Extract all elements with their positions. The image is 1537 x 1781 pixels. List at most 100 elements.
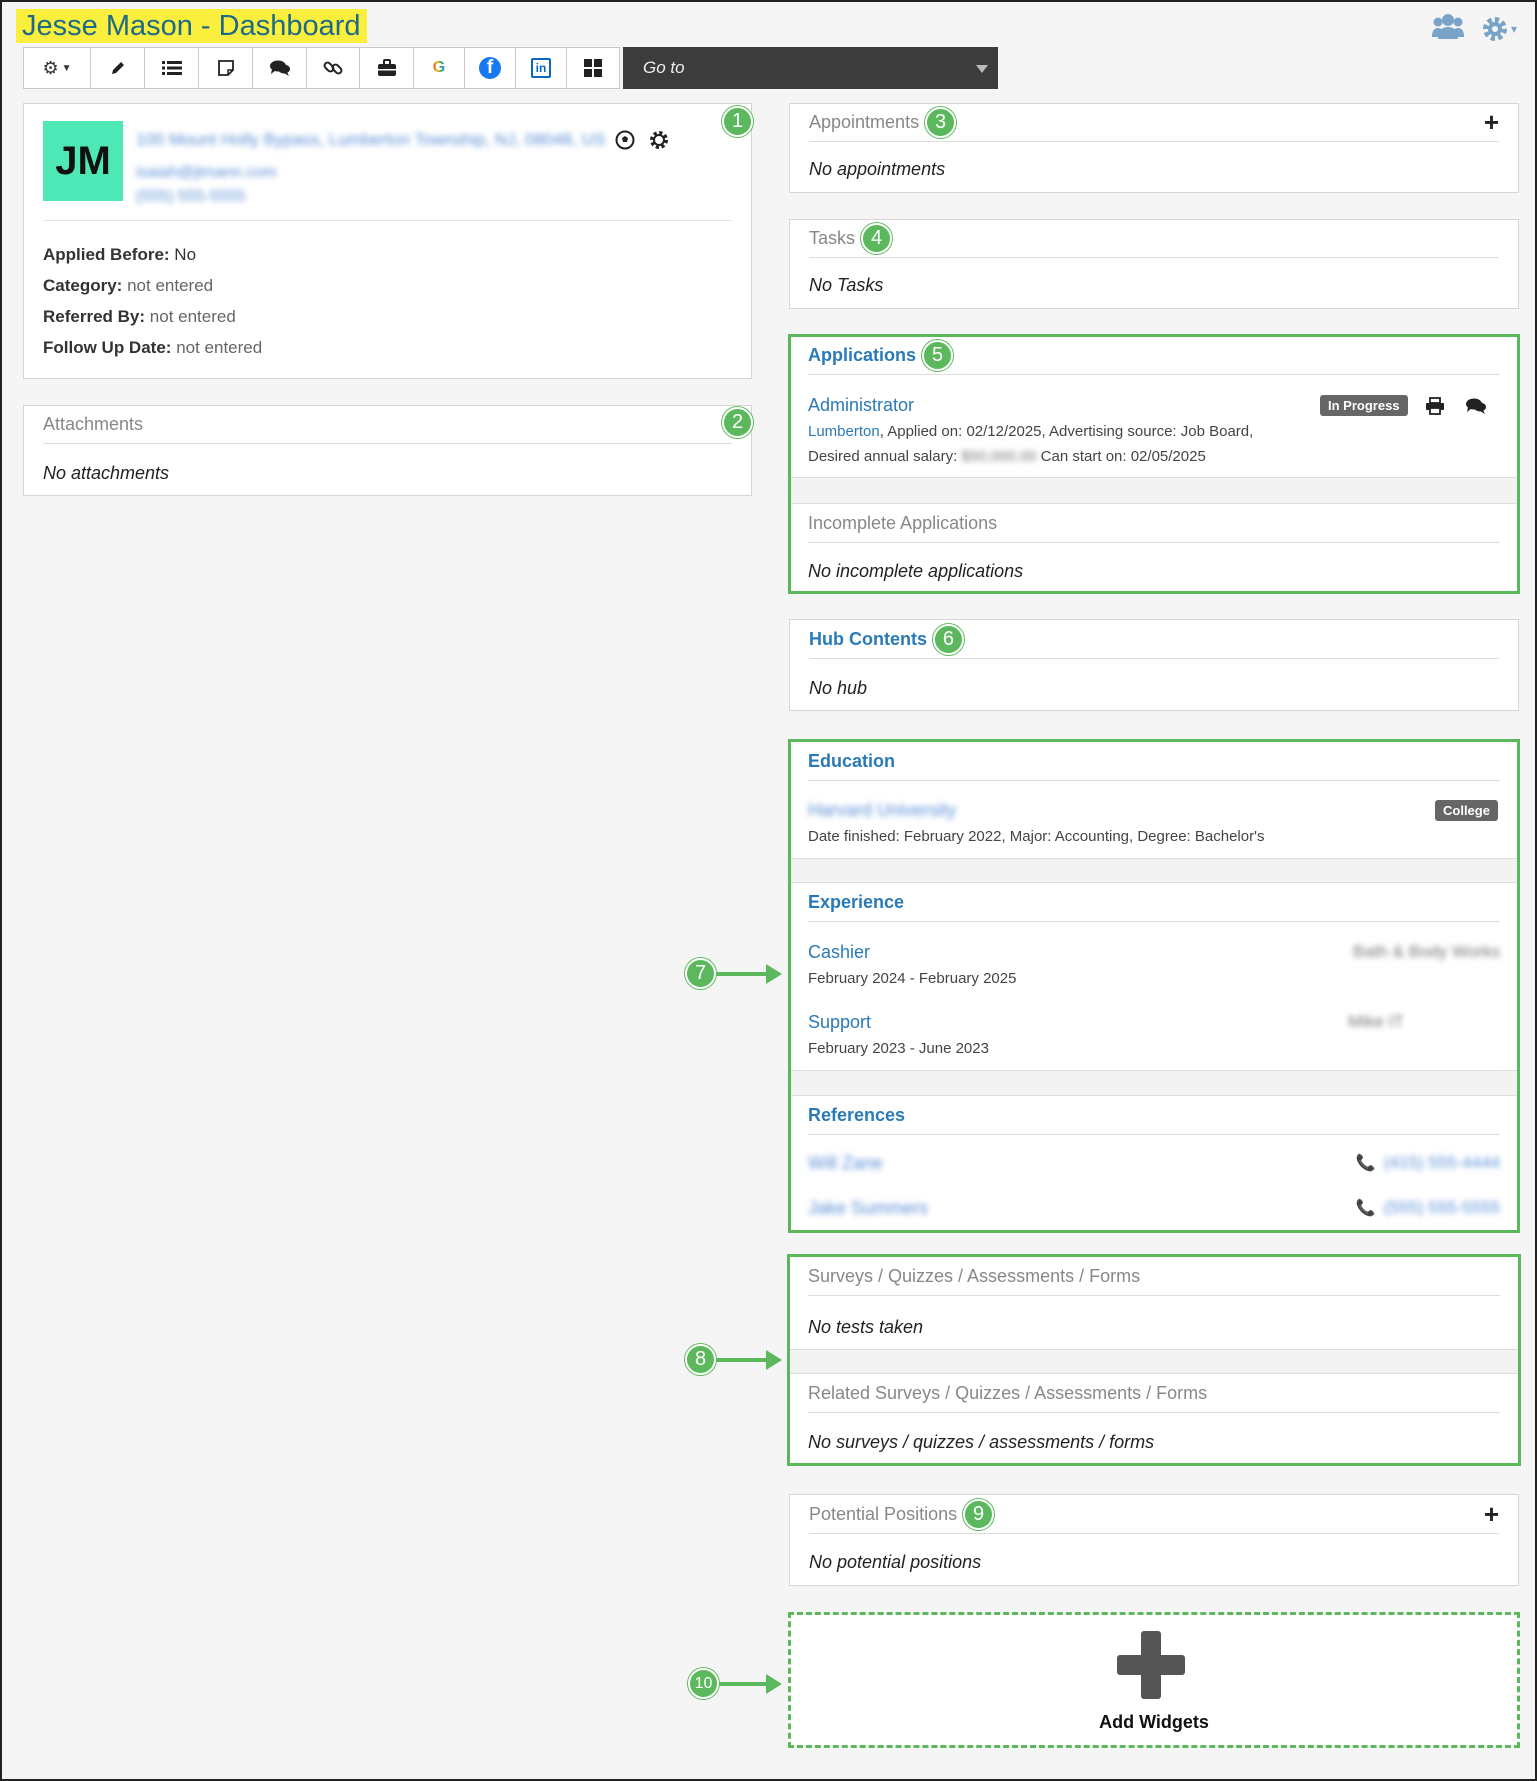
callout-marker-2: 2 <box>716 407 753 438</box>
application-location-link[interactable]: Lumberton <box>808 423 880 440</box>
callout-10: 10 <box>688 1668 782 1699</box>
attachments-panel: Attachments 2 No attachments <box>23 405 753 496</box>
goto-label: Go to <box>643 58 685 77</box>
education-title[interactable]: Education <box>808 751 895 772</box>
pencil-icon <box>111 62 124 74</box>
add-widgets-button[interactable]: Add Widgets <box>788 1612 1520 1748</box>
add-widgets-label: Add Widgets <box>1099 1712 1209 1732</box>
profile-email[interactable]: isaiah@jtmann.com <box>136 164 277 182</box>
job-title-link[interactable]: Support <box>808 1012 871 1033</box>
callout-marker-9: 9 <box>963 1498 995 1530</box>
related-surveys-empty: No surveys / quizzes / assessments / for… <box>808 1432 1155 1452</box>
note-button[interactable] <box>199 48 253 88</box>
briefcase-button[interactable] <box>360 48 414 88</box>
callout-8: 8 <box>685 1344 782 1375</box>
potential-positions-title: Potential Positions <box>809 1503 958 1524</box>
related-surveys-title: Related Surveys / Quizzes / Assessments … <box>808 1382 1208 1403</box>
field-follow-up-date: Follow Up Date: not entered <box>43 338 263 357</box>
education-school[interactable]: Harvard University <box>808 800 956 821</box>
reference-phone-row: 📞 (555) 555-5555 <box>1356 1198 1500 1218</box>
application-salary-value: $50,000.00 <box>961 448 1037 465</box>
hub-title[interactable]: Hub Contents <box>809 629 927 650</box>
callout-marker-3: 3 <box>925 107 957 138</box>
section-separator <box>791 1070 1517 1096</box>
job-title-link[interactable]: Cashier <box>808 942 870 963</box>
appointments-panel: Appointments 3 + No appointments <box>789 103 1519 193</box>
callout-marker-6: 6 <box>932 623 964 655</box>
reference-name[interactable]: Will Zane <box>808 1153 883 1174</box>
callout-marker-5: 5 <box>922 340 954 371</box>
tasks-empty: No Tasks <box>809 275 884 295</box>
profile-card: JM 100 Mount Holly Bypass, Lumberton Tow… <box>23 103 753 379</box>
chat-button[interactable] <box>253 48 307 88</box>
gears-icon: ⚙ <box>42 57 59 78</box>
toolbar: ⚙ ▼ G f in <box>23 47 620 89</box>
reference-name[interactable]: Jake Summers <box>808 1198 928 1219</box>
google-button[interactable]: G <box>414 48 465 88</box>
application-details: Lumberton, Applied on: 02/12/2025, Adver… <box>808 423 1254 440</box>
references-title[interactable]: References <box>808 1105 905 1126</box>
profile-address[interactable]: 100 Mount Holly Bypass, Lumberton Townsh… <box>136 130 605 150</box>
add-appointment-icon[interactable]: + <box>1484 107 1499 138</box>
plus-icon <box>1117 1631 1185 1699</box>
link-button[interactable] <box>307 48 360 88</box>
list-button[interactable] <box>145 48 199 88</box>
incomplete-applications-title: Incomplete Applications <box>808 512 998 533</box>
grid-icon <box>584 59 602 77</box>
field-category: Category: not entered <box>43 276 214 295</box>
users-icon[interactable] <box>1431 12 1464 45</box>
list-icon <box>161 61 182 75</box>
education-level-badge: College <box>1435 800 1498 821</box>
comments-icon[interactable] <box>1465 397 1487 415</box>
chevron-down-icon <box>976 65 988 73</box>
potential-positions-empty: No potential positions <box>809 1552 982 1572</box>
applications-title[interactable]: Applications <box>808 345 916 366</box>
job-dates: February 2024 - February 2025 <box>808 970 1017 987</box>
print-icon[interactable] <box>1425 397 1445 415</box>
education-details: Date finished: February 2022, Major: Acc… <box>808 828 1265 845</box>
hub-panel: Hub Contents 6 No hub <box>789 619 1519 711</box>
note-icon <box>217 60 234 76</box>
tasks-title: Tasks <box>809 228 856 248</box>
profile-fields: Applied Before: No Category: not entered… <box>43 239 262 363</box>
attachments-empty: No attachments <box>43 463 170 483</box>
callout-marker-4: 4 <box>861 223 893 254</box>
incomplete-applications-empty: No incomplete applications <box>808 561 1024 581</box>
application-actions <box>1425 397 1487 415</box>
background-frame: Education Harvard University College Dat… <box>788 739 1520 1233</box>
settings-menu[interactable]: ▾ <box>1482 16 1517 42</box>
facebook-button[interactable]: f <box>465 48 516 88</box>
applications-frame: Applications 5 Administrator In Progress… <box>788 334 1520 594</box>
callout-7: 7 <box>685 958 782 989</box>
appointments-empty: No appointments <box>809 159 946 179</box>
application-position-link[interactable]: Administrator <box>808 395 914 416</box>
gear-icon[interactable] <box>649 130 669 150</box>
top-right-icons: ▾ <box>1431 12 1517 45</box>
chevron-down-icon: ▾ <box>1510 21 1517 36</box>
reference-phone-row: 📞 (415) 555-4444 <box>1356 1153 1500 1173</box>
linkedin-icon: in <box>531 58 551 78</box>
field-referred-by: Referred By: not entered <box>43 307 236 326</box>
hub-empty: No hub <box>809 678 868 698</box>
add-position-icon[interactable]: + <box>1484 1499 1499 1530</box>
section-separator <box>791 477 1517 504</box>
page-frame: Jesse Mason - Dashboard ▾ ⚙ ▼ G f in Go … <box>0 0 1537 1781</box>
soccer-ball-icon[interactable] <box>615 130 635 150</box>
experience-title[interactable]: Experience <box>808 892 904 913</box>
reference-phone[interactable]: (555) 555-5555 <box>1384 1198 1500 1218</box>
link-icon <box>323 61 343 75</box>
goto-dropdown[interactable]: Go to <box>623 47 998 89</box>
divider <box>43 220 732 221</box>
profile-phone[interactable]: (555) 555-5555 <box>136 188 245 206</box>
job-dates: February 2023 - June 2023 <box>808 1040 989 1057</box>
reference-phone[interactable]: (415) 555-4444 <box>1384 1153 1500 1173</box>
chevron-down-icon: ▼ <box>61 62 72 74</box>
widgets-button[interactable] <box>567 48 619 88</box>
facebook-icon: f <box>479 57 501 79</box>
linkedin-button[interactable]: in <box>516 48 567 88</box>
appointments-title: Appointments <box>809 112 920 132</box>
actions-button[interactable]: ⚙ ▼ <box>24 48 91 88</box>
callout-marker-1: 1 <box>716 106 753 137</box>
surveys-frame: Surveys / Quizzes / Assessments / Forms … <box>787 1254 1521 1466</box>
edit-button[interactable] <box>91 48 145 88</box>
